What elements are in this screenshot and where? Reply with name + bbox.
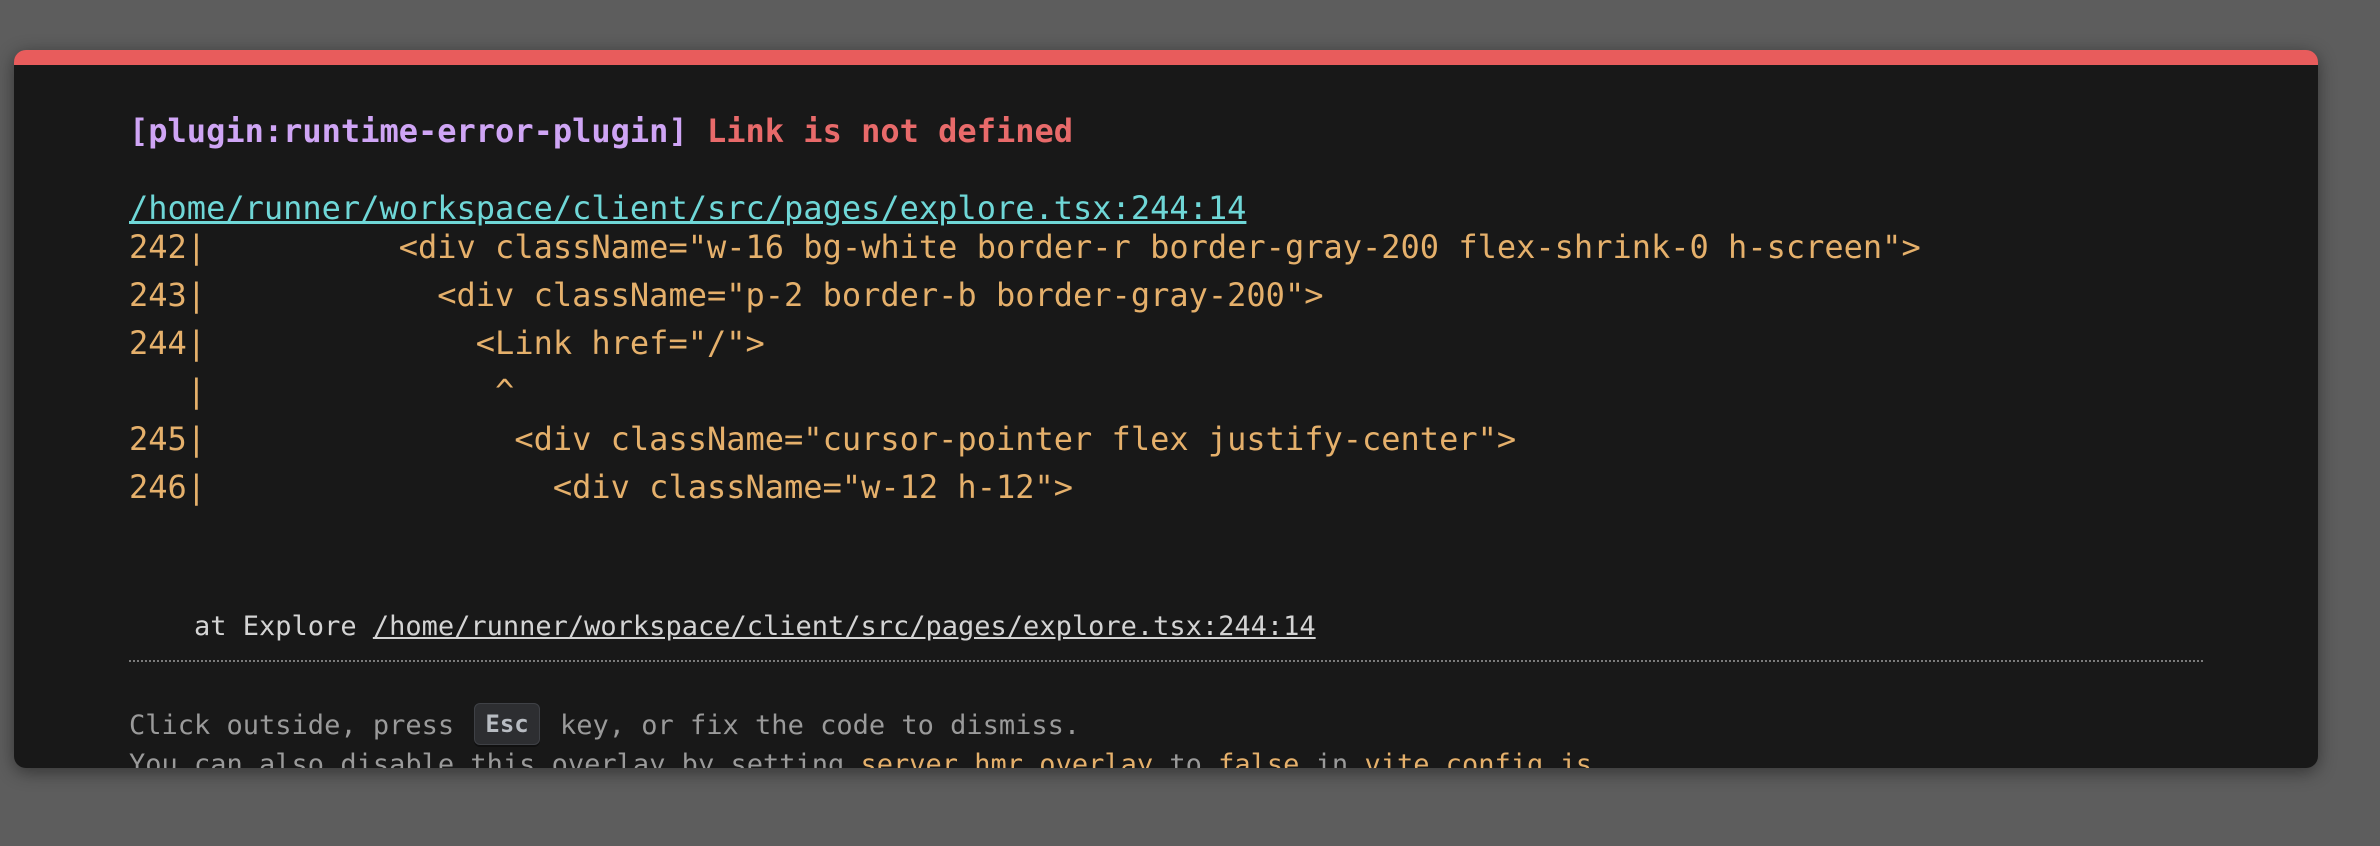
- dismiss-tip-before: Click outside, press: [129, 710, 471, 741]
- code-frame-line: 244| <Link href="/">: [129, 324, 765, 362]
- stack-file-link[interactable]: /home/runner/workspace/client/src/pages/…: [373, 611, 1316, 642]
- dismiss-tip: Click outside, press Esc key, or fix the…: [129, 703, 1081, 747]
- plugin-tag: [plugin:runtime-error-plugin]: [129, 112, 688, 150]
- disable-tip-end: .: [1592, 749, 1609, 768]
- disable-overlay-tip: You can also disable this overlay by set…: [129, 751, 1608, 768]
- config-file-name: vite.config.js: [1364, 749, 1593, 768]
- code-frame-line: 243| <div className="p-2 border-b border…: [129, 276, 1324, 314]
- error-overlay: [plugin:runtime-error-plugin] Link is no…: [14, 50, 2318, 768]
- code-frame-line: 245| <div className="cursor-pointer flex…: [129, 420, 1517, 458]
- error-file-link[interactable]: /home/runner/workspace/client/src/pages/…: [129, 192, 1246, 224]
- disable-tip-in: in: [1299, 749, 1365, 768]
- setting-name: server.hmr.overlay: [860, 749, 1154, 768]
- dismiss-tip-after: key, or fix the code to dismiss.: [543, 710, 1081, 741]
- stack-trace: at Explore /home/runner/workspace/client…: [129, 613, 1316, 640]
- setting-value: false: [1218, 749, 1300, 768]
- code-frame-line: 246| <div className="w-12 h-12">: [129, 468, 1074, 506]
- esc-key-badge: Esc: [474, 703, 540, 745]
- disable-tip-prefix: You can also disable this overlay by set…: [129, 749, 861, 768]
- code-frame-line: 242| <div className="w-16 bg-white borde…: [129, 228, 1921, 266]
- error-message: [plugin:runtime-error-plugin] Link is no…: [129, 115, 1073, 147]
- code-frame-caret-line: | ^: [129, 372, 515, 410]
- disable-tip-to: to: [1153, 749, 1219, 768]
- code-frame: 242| <div className="w-16 bg-white borde…: [129, 223, 1921, 511]
- stack-prefix: at Explore: [129, 611, 373, 642]
- divider: [129, 660, 2203, 662]
- error-message-body: Link is not defined: [706, 112, 1074, 150]
